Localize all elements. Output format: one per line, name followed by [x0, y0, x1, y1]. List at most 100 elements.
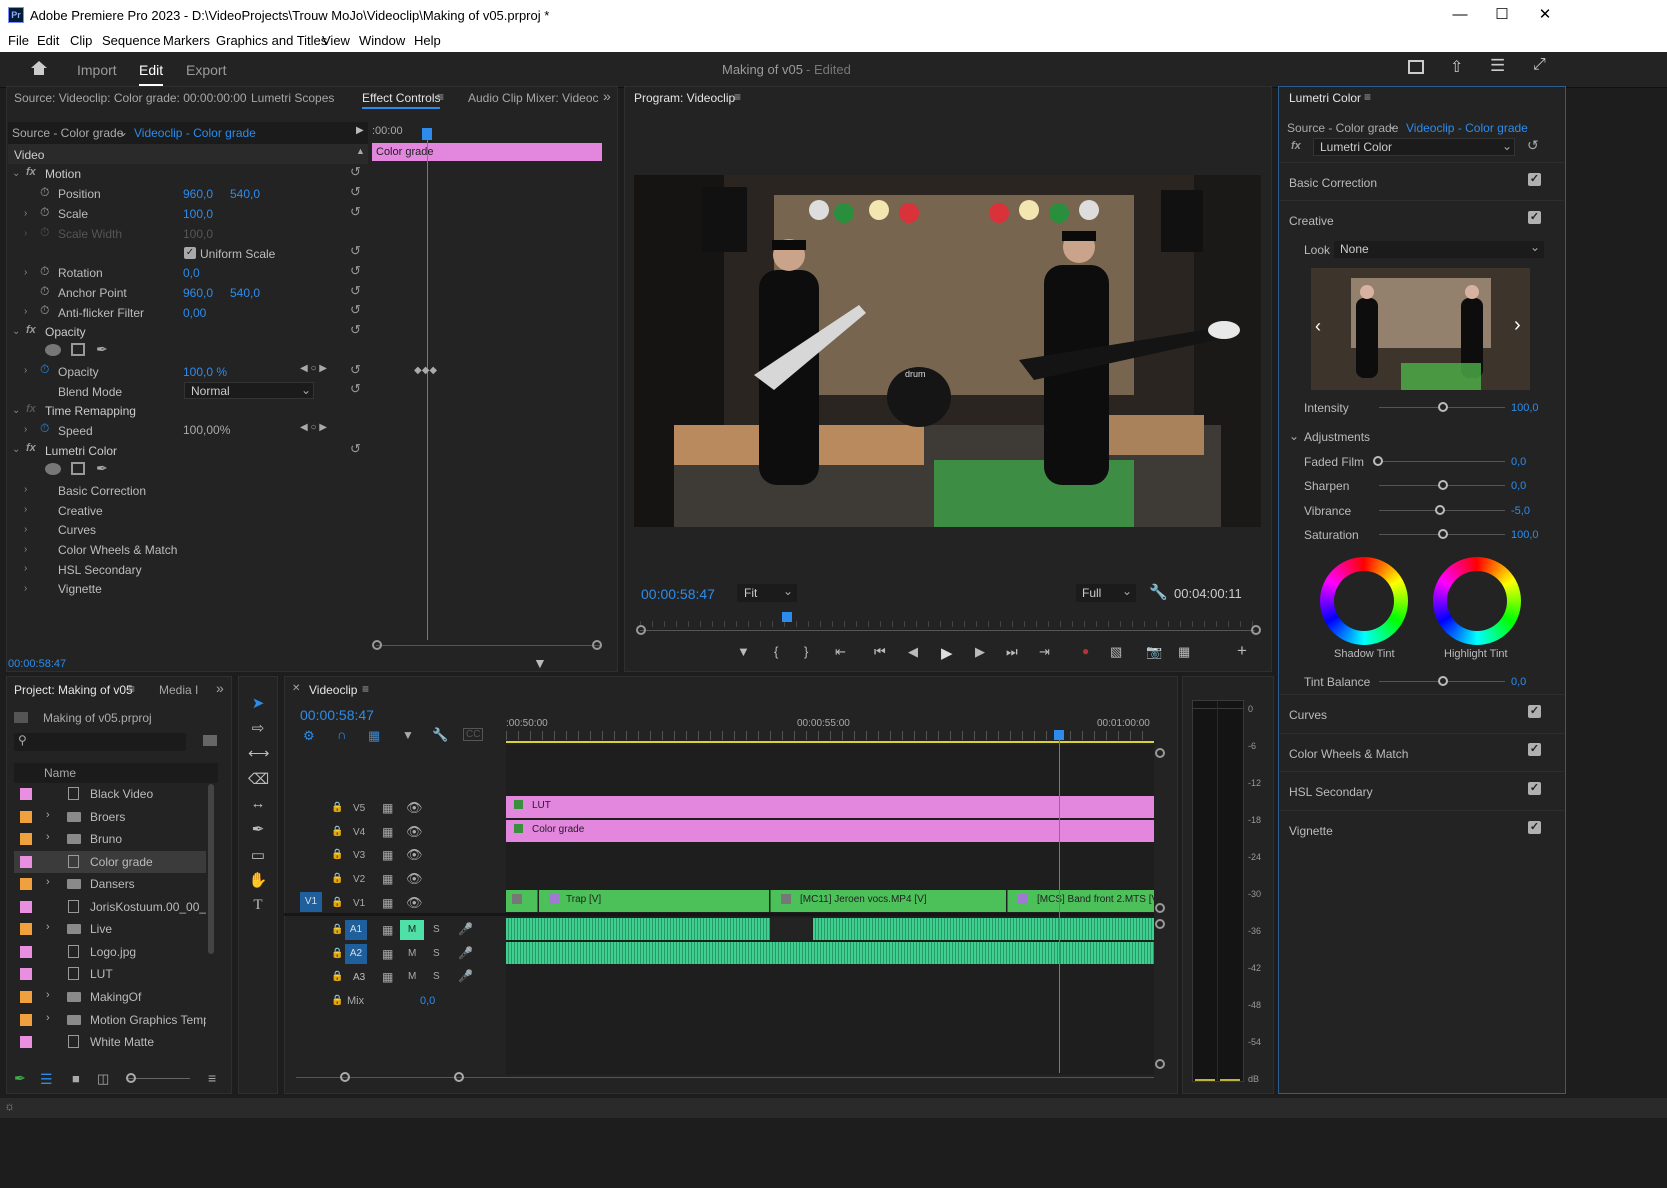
linked-selection-icon[interactable]: ▦ [368, 728, 380, 744]
blend-mode-dropdown[interactable]: Normal ⌄ [184, 382, 314, 399]
thumbnail-zoom-slider[interactable] [128, 1078, 190, 1079]
home-icon[interactable] [30, 59, 48, 77]
stopwatch-icon[interactable]: ⏱ [40, 303, 49, 318]
clip-v1-small[interactable] [506, 890, 538, 912]
tab-project[interactable]: Project: Making of v05 [14, 683, 133, 697]
lock-icon[interactable]: 🔒 [331, 802, 343, 813]
v-scroll-mid[interactable] [1155, 903, 1165, 913]
h-scroll-right[interactable] [454, 1072, 464, 1082]
status-icon[interactable]: ☼ [4, 1099, 15, 1113]
intensity-value[interactable]: 100,0 [1511, 402, 1539, 414]
compare-icon[interactable]: ▦ [1178, 644, 1190, 660]
tab-effect-controls[interactable]: Effect Controls [362, 91, 441, 109]
add-button-icon[interactable]: + [1237, 641, 1247, 661]
chevron-right-icon[interactable]: › [24, 544, 27, 555]
play-icon[interactable]: ▶ [356, 125, 364, 136]
menu-markers[interactable]: Markers [163, 33, 210, 48]
chevron-right-icon[interactable]: › [24, 484, 27, 495]
lumetri-panel-title[interactable]: Lumetri Color [1289, 91, 1361, 105]
vignette-header[interactable]: Vignette [1289, 824, 1333, 838]
panel-menu-icon[interactable]: ≡ [734, 90, 741, 104]
chevron-down-icon[interactable]: ⌄ [1289, 429, 1299, 443]
sharpen-value[interactable]: 0,0 [1511, 480, 1526, 492]
a-scroll-bottom[interactable] [1155, 1059, 1165, 1069]
timeline-h-scrollbar[interactable] [296, 1077, 1154, 1078]
program-timecode[interactable]: 00:00:58:47 [641, 586, 715, 602]
solo-button[interactable]: S [433, 971, 440, 982]
ec-timecode[interactable]: 00:00:58:47 [8, 658, 66, 670]
sync-lock-icon[interactable]: ▦ [382, 970, 393, 984]
mark-in-icon[interactable]: { [774, 644, 778, 659]
shadow-tint-wheel[interactable] [1320, 557, 1408, 645]
keyframe-nav-icon[interactable]: ◀ ○ ▶ [300, 363, 327, 374]
lock-icon[interactable]: 🔒 [331, 948, 343, 959]
eye-icon[interactable]: 👁 [406, 847, 423, 863]
nest-icon[interactable]: ⚙ [303, 728, 315, 744]
snap-icon[interactable]: ∩ [337, 727, 346, 742]
chevron-right-icon[interactable]: › [24, 208, 27, 219]
label-color-swatch[interactable] [20, 1014, 32, 1026]
track-label[interactable]: V4 [353, 827, 365, 838]
panel-menu-icon[interactable]: ≡ [128, 682, 135, 696]
rotation-value[interactable]: 0,0 [183, 266, 200, 280]
more-tabs-icon[interactable]: » [216, 680, 224, 696]
hsl-secondary-checkbox[interactable]: ✓ [1528, 782, 1541, 795]
track-select-tool-icon[interactable]: ⇨ [248, 719, 268, 739]
clip-trap[interactable]: Trap [V] [539, 890, 769, 912]
program-playhead[interactable] [782, 612, 792, 622]
pen-mask-icon[interactable]: ✒ [96, 460, 108, 477]
razor-tool-icon[interactable]: ⌫ [248, 770, 269, 790]
track-label[interactable]: V2 [353, 874, 365, 885]
eye-icon[interactable]: 👁 [406, 895, 423, 911]
saturation-value[interactable]: 100,0 [1511, 529, 1539, 541]
ec-creative[interactable]: Creative [58, 504, 103, 518]
chevron-right-icon[interactable]: › [24, 424, 27, 435]
ec-scroll-left[interactable] [372, 640, 382, 650]
ec-ruler[interactable]: :00:00 [372, 122, 602, 142]
icon-view-icon[interactable]: ■ [72, 1071, 80, 1086]
insert-icon[interactable]: ▧ [1110, 644, 1122, 660]
scrub-start-handle[interactable] [636, 625, 646, 635]
stopwatch-icon[interactable]: ⏱ [40, 284, 49, 299]
step-forward-edit-icon[interactable]: ⏭ [1006, 644, 1018, 660]
curves-header[interactable]: Curves [1289, 708, 1327, 722]
scale-value[interactable]: 100,0 [183, 207, 213, 221]
creative-checkbox[interactable]: ✓ [1528, 211, 1541, 224]
eye-icon[interactable]: 👁 [406, 824, 423, 840]
label-color-swatch[interactable] [20, 1036, 32, 1048]
lock-icon[interactable]: 🔒 [331, 849, 343, 860]
step-back-icon[interactable]: ◀ [908, 644, 918, 660]
add-marker-icon[interactable]: ▼ [402, 728, 414, 742]
mix-value[interactable]: 0,0 [420, 995, 435, 1007]
sync-lock-icon[interactable]: ▦ [382, 801, 393, 815]
ellipse-mask-icon[interactable] [45, 463, 61, 475]
curves-checkbox[interactable]: ✓ [1528, 705, 1541, 718]
color-wheels-header[interactable]: Color Wheels & Match [1289, 747, 1408, 761]
list-view-icon[interactable]: ☰ [40, 1071, 53, 1088]
fullscreen-icon[interactable]: ⤢ [1533, 56, 1546, 74]
track-label[interactable]: V3 [353, 850, 365, 861]
chevron-down-icon[interactable]: ⌄ [12, 326, 20, 337]
audio-clip-a1-1[interactable] [506, 918, 770, 940]
voiceover-mic-icon[interactable]: 🎤 [458, 922, 473, 936]
solo-button[interactable]: S [433, 924, 440, 935]
lock-icon[interactable]: 🔒 [331, 971, 343, 982]
ripple-edit-tool-icon[interactable]: ⟷ [248, 744, 270, 764]
faded-film-knob[interactable] [1373, 456, 1383, 466]
tab-source-monitor[interactable]: Source: Videoclip: Color grade: 00:00:00… [14, 91, 247, 105]
ec-clip-bar[interactable]: Color grade [372, 143, 602, 161]
anchor-y-value[interactable]: 540,0 [230, 286, 260, 300]
chevron-down-icon[interactable]: ⌄ [118, 125, 128, 139]
chevron-right-icon[interactable]: › [24, 563, 27, 574]
wrench-icon[interactable]: 🔧 [432, 727, 448, 743]
ec-curves[interactable]: Curves [58, 523, 96, 537]
mark-out-icon[interactable]: } [804, 644, 808, 659]
timeline-timecode[interactable]: 00:00:58:47 [300, 707, 374, 723]
track-label[interactable]: V5 [353, 803, 365, 814]
anchor-x-value[interactable]: 960,0 [183, 286, 213, 300]
h-scroll-left[interactable] [340, 1072, 350, 1082]
work-area-bar[interactable] [506, 741, 1154, 743]
close-window-button[interactable]: ✕ [1525, 4, 1565, 26]
uniform-scale-checkbox[interactable]: ✓ [184, 247, 196, 259]
basic-correction-checkbox[interactable]: ✓ [1528, 173, 1541, 186]
